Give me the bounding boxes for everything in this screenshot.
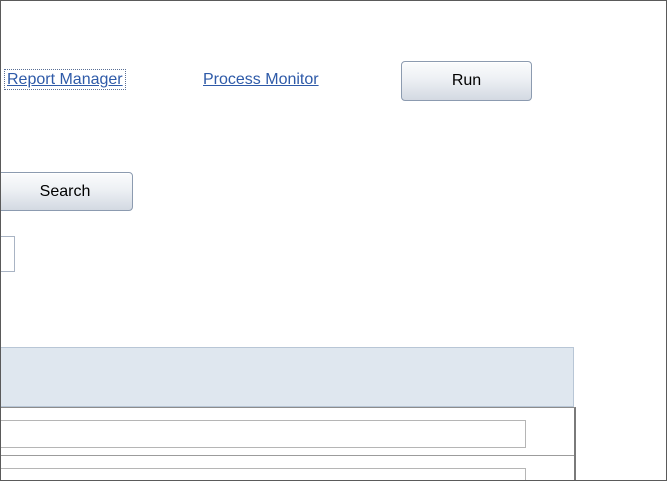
table-row [1,408,574,456]
grid-body [1,407,576,480]
row-input-field[interactable] [1,468,526,480]
search-field[interactable] [1,236,15,272]
page-frame: Report Manager Process Monitor Run Searc… [0,0,667,481]
table-row [1,456,574,480]
process-monitor-link[interactable]: Process Monitor [203,71,319,89]
run-button[interactable]: Run [401,61,532,101]
search-button[interactable]: Search [1,172,133,211]
report-manager-link[interactable]: Report Manager [4,69,126,90]
row-input-field[interactable] [1,420,526,448]
grid-header [1,347,574,407]
